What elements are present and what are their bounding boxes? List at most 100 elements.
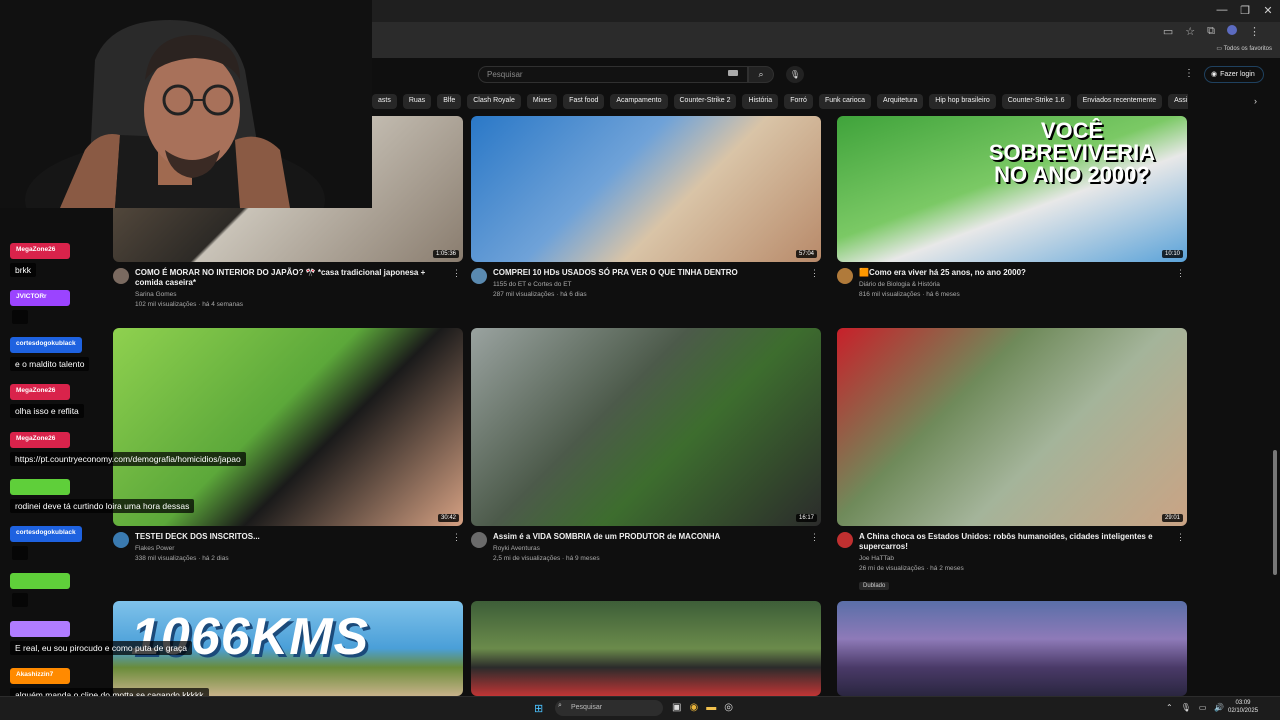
video-card[interactable]: 29:01 A China choca os Estados Unidos: ro…: [837, 328, 1187, 592]
voice-search-button[interactable]: 🎙: [786, 66, 804, 83]
settings-kebab-icon[interactable]: ⋮: [1184, 68, 1194, 79]
close-icon[interactable]: ✕: [1258, 4, 1278, 17]
video-stats: 26 mi de visualizações · há 2 meses: [859, 565, 964, 572]
chip[interactable]: História: [742, 94, 779, 109]
chat-username: Akashizzin7: [10, 668, 70, 684]
video-thumbnail[interactable]: 29:01: [837, 328, 1187, 526]
restore-icon[interactable]: ❐: [1235, 4, 1255, 17]
task-view-icon[interactable]: ▣: [672, 702, 681, 713]
chip[interactable]: Arquitetura: [877, 94, 924, 109]
video-stats: 816 mil visualizações · há 6 meses: [859, 291, 960, 298]
video-card[interactable]: VOCÊ SOBREVIVERIA NO ANO 2000? 10:10 🟧Como…: [837, 116, 1187, 300]
channel-avatar[interactable]: [471, 268, 487, 284]
cast-icon[interactable]: ▭: [1163, 25, 1173, 38]
video-stats: 2,5 mi de visualizações · há 9 meses: [493, 555, 600, 562]
channel-name[interactable]: Diário de Biologia & História: [859, 280, 1169, 290]
channel-avatar[interactable]: [471, 532, 487, 548]
search-button[interactable]: ⌕: [748, 66, 774, 83]
all-bookmarks-link[interactable]: ▭ Todos os favoritos: [1216, 45, 1272, 52]
video-duration: 1:05:36: [432, 250, 459, 258]
video-card[interactable]: [837, 601, 1187, 696]
channel-avatar[interactable]: [837, 268, 853, 284]
chip[interactable]: Counter-Strike 1.6: [1001, 94, 1071, 109]
video-menu-icon[interactable]: ⋮: [452, 532, 461, 543]
mic-tray-icon[interactable]: 🎙: [1181, 703, 1191, 712]
video-thumbnail[interactable]: 30:42: [113, 328, 463, 526]
profile-icon[interactable]: [1227, 25, 1237, 35]
chip[interactable]: Blfe: [437, 94, 462, 109]
video-thumbnail[interactable]: [471, 601, 821, 696]
video-stats: 102 mil visualizações · há 4 semanas: [135, 301, 244, 308]
video-card[interactable]: [471, 601, 821, 696]
video-stats: 287 mil visualizações · há 6 dias: [493, 291, 587, 298]
extensions-icon[interactable]: ⧉: [1207, 25, 1215, 38]
search-input[interactable]: Pesquisar: [478, 66, 748, 83]
menu-icon[interactable]: ⋮: [1249, 25, 1260, 38]
file-explorer-icon[interactable]: ▬: [706, 702, 716, 713]
video-duration: 10:10: [1161, 250, 1183, 258]
chip[interactable]: Clash Royale: [467, 94, 521, 109]
chip[interactable]: asts: [372, 94, 397, 109]
video-menu-icon[interactable]: ⋮: [452, 268, 461, 279]
video-thumbnail[interactable]: 16:17: [471, 328, 821, 526]
video-title[interactable]: A China choca os Estados Unidos: robôs h…: [859, 532, 1169, 552]
obs-icon[interactable]: ◎: [724, 702, 733, 713]
video-title[interactable]: TESTEI DECK DOS INSCRITOS...: [135, 532, 445, 542]
channel-name[interactable]: 1155 do ET e Cortes do ET: [493, 280, 803, 290]
video-card[interactable]: 57:04 COMPREI 10 HDs USADOS SÓ PRA VER O …: [471, 116, 821, 300]
video-card[interactable]: 16:17 Assim é a VIDA SOMBRIA de um PRODUT…: [471, 328, 821, 564]
windows-start-icon[interactable]: ⊞: [534, 702, 543, 715]
chat-username: MegaZone26: [10, 243, 70, 259]
channel-avatar[interactable]: [113, 268, 129, 284]
scrollbar[interactable]: [1273, 450, 1277, 575]
video-thumbnail[interactable]: VOCÊ SOBREVIVERIA NO ANO 2000? 10:10: [837, 116, 1187, 262]
chip[interactable]: Mixes: [526, 94, 558, 109]
video-card[interactable]: 30:42 TESTEI DECK DOS INSCRITOS... Flakes …: [113, 328, 463, 564]
video-title[interactable]: COMPREI 10 HDs USADOS SÓ PRA VER O QUE T…: [493, 268, 803, 278]
chrome-icon[interactable]: ◉: [689, 702, 698, 713]
chip[interactable]: Fast food: [563, 94, 605, 109]
channel-name[interactable]: Joe HaTTab: [859, 554, 1169, 564]
video-title[interactable]: COMO É MORAR NO INTERIOR DO JAPÃO? 🎌 *ca…: [135, 268, 445, 288]
video-menu-icon[interactable]: ⋮: [810, 268, 819, 279]
chip[interactable]: Hip hop brasileiro: [929, 94, 996, 109]
volume-icon[interactable]: 🔊: [1214, 703, 1224, 712]
video-info: COMPREI 10 HDs USADOS SÓ PRA VER O QUE T…: [471, 268, 821, 300]
chevron-right-icon[interactable]: ›: [1254, 96, 1257, 106]
chip[interactable]: Forró: [784, 94, 813, 109]
video-menu-icon[interactable]: ⋮: [810, 532, 819, 543]
video-duration: 57:04: [795, 250, 817, 258]
channel-name[interactable]: Flakes Power: [135, 544, 445, 554]
minimize-icon[interactable]: —: [1212, 4, 1232, 16]
dubbed-badge: Dublado: [859, 582, 890, 590]
video-stats: 338 mil visualizações · há 2 dias: [135, 555, 229, 562]
login-button[interactable]: ◉ Fazer login: [1204, 66, 1264, 83]
channel-name[interactable]: Sarina Gomes: [135, 290, 445, 300]
chevron-up-icon[interactable]: ⌃: [1166, 703, 1173, 712]
star-icon[interactable]: ☆: [1185, 25, 1195, 38]
video-thumbnail[interactable]: 57:04: [471, 116, 821, 262]
channel-avatar[interactable]: [113, 532, 129, 548]
video-thumbnail[interactable]: [837, 601, 1187, 696]
video-title[interactable]: Assim é a VIDA SOMBRIA de um PRODUTOR de…: [493, 532, 803, 542]
chat-username: cortesdogokublack: [10, 337, 82, 353]
chip[interactable]: Assi: [1168, 94, 1188, 109]
chip[interactable]: Enviados recentemente: [1076, 94, 1163, 109]
chat-username: [10, 479, 70, 495]
video-menu-icon[interactable]: ⋮: [1176, 268, 1185, 279]
monitor-icon[interactable]: ▭: [1199, 703, 1207, 712]
video-menu-icon[interactable]: ⋮: [1176, 532, 1185, 543]
video-title[interactable]: 🟧Como era viver há 25 anos, no ano 2000?: [859, 268, 1169, 278]
chip-bar: asts Ruas Blfe Clash Royale Mixes Fast food Ac…: [372, 94, 1188, 110]
taskbar-search[interactable]: Pesquisar: [555, 700, 663, 716]
clock[interactable]: 03:09 02/10/2025: [1228, 699, 1258, 715]
thumbnail-text: VOCÊ SOBREVIVERIA NO ANO 2000?: [988, 118, 1156, 187]
chip[interactable]: Funk carioca: [818, 94, 872, 109]
video-info: 🟧Como era viver há 25 anos, no ano 2000?…: [837, 268, 1187, 300]
chip[interactable]: Acampamento: [610, 94, 668, 109]
chip[interactable]: Ruas: [402, 94, 432, 109]
keyboard-icon[interactable]: [728, 70, 738, 76]
channel-avatar[interactable]: [837, 532, 853, 548]
channel-name[interactable]: Royki Aventuras: [493, 544, 803, 554]
chip[interactable]: Counter-Strike 2: [673, 94, 737, 109]
